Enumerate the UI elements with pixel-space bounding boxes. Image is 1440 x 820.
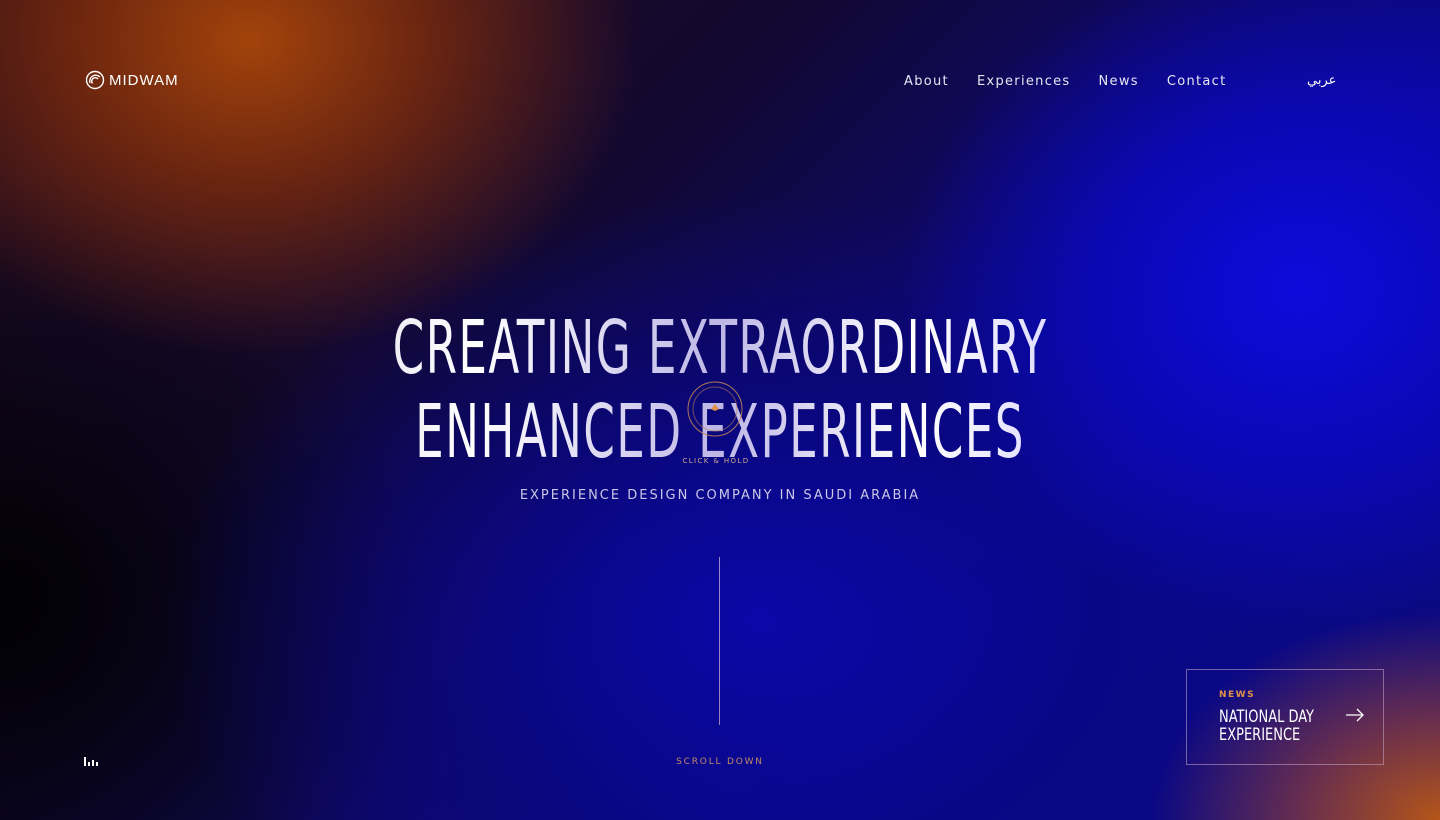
hero-subtitle: EXPERIENCE DESIGN COMPANY IN SAUDI ARABI… xyxy=(519,488,921,503)
news-card[interactable]: NEWS NATIONAL DAY EXPERIENCE xyxy=(1186,669,1384,765)
nav-item-experiences[interactable]: Experiences xyxy=(977,74,1071,89)
hero-line-1: CREATING EXTRAORDINARY xyxy=(230,306,1209,390)
nav-item-contact[interactable]: Contact xyxy=(1167,74,1227,89)
hero-section: MIDWAM About Experiences News Contact عر… xyxy=(0,0,1440,820)
news-tag: NEWS xyxy=(1219,690,1256,700)
click-hold-hint: CLICK & HOLD xyxy=(682,457,750,465)
brand-logo[interactable]: MIDWAM xyxy=(85,70,179,90)
main-nav: About Experiences News Contact xyxy=(904,74,1227,89)
scroll-line xyxy=(719,557,720,725)
arrow-right-icon xyxy=(1346,708,1364,722)
sound-bars-icon[interactable] xyxy=(84,757,98,766)
language-switch[interactable]: عربي xyxy=(1307,73,1336,88)
news-title: NATIONAL DAY EXPERIENCE xyxy=(1219,707,1314,745)
nav-item-about[interactable]: About xyxy=(904,74,949,89)
midwam-logo-icon xyxy=(85,70,105,90)
cursor-ring-icon[interactable] xyxy=(686,380,744,438)
brand-name: MIDWAM xyxy=(109,71,179,89)
nav-item-news[interactable]: News xyxy=(1099,74,1139,89)
